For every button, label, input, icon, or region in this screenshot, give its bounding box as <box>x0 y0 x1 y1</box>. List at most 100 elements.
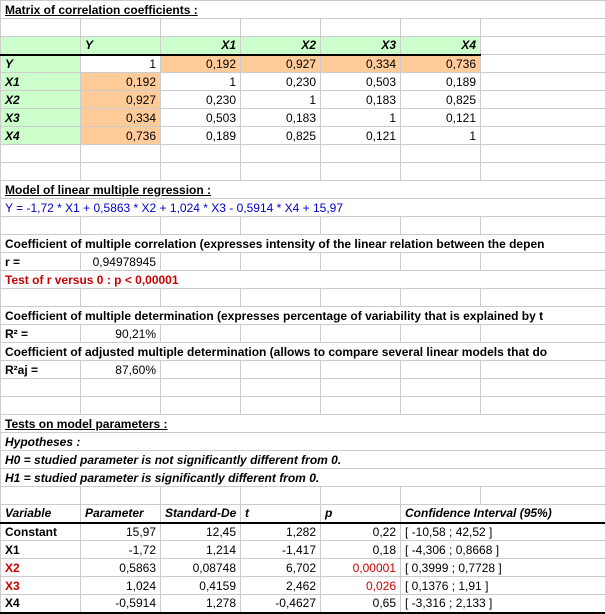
row-blank <box>1 379 605 397</box>
spreadsheet-grid[interactable]: Matrix of correlation coefficients : Y X… <box>0 0 605 614</box>
param-sd[interactable]: 0,4159 <box>161 577 241 595</box>
title-coef-r2: Coefficient of multiple determination (e… <box>1 307 605 325</box>
cell[interactable]: 0,736 <box>81 127 161 145</box>
title-tests: Tests on model parameters : <box>1 415 605 433</box>
param-t[interactable]: -0,4627 <box>241 595 321 613</box>
cell[interactable]: 0,189 <box>401 73 481 91</box>
ph-par: Parameter <box>81 505 161 523</box>
param-ci[interactable]: [ 0,1376 ; 1,91 ] <box>401 577 605 595</box>
param-ci[interactable]: [ 0,3999 ; 0,7728 ] <box>401 559 605 577</box>
corr-row-label: X4 <box>1 127 81 145</box>
param-row: Constant15,9712,451,2820,22[ -10,58 ; 42… <box>1 523 605 541</box>
cell[interactable]: 1 <box>81 55 161 73</box>
param-var: X3 <box>1 577 81 595</box>
param-var: X4 <box>1 595 81 613</box>
cell[interactable]: 0,230 <box>241 73 321 91</box>
cell[interactable]: 0,503 <box>321 73 401 91</box>
corr-row-x1: X1 0,192 1 0,230 0,503 0,189 <box>1 73 605 91</box>
param-sd[interactable]: 1,214 <box>161 541 241 559</box>
row-blank <box>1 19 605 37</box>
param-sd[interactable]: 0,08748 <box>161 559 241 577</box>
cell[interactable]: 0,927 <box>81 91 161 109</box>
param-p[interactable]: 0,22 <box>321 523 401 541</box>
corr-head-x3: X3 <box>321 37 401 55</box>
h0-text: H0 = studied parameter is not significan… <box>1 451 605 469</box>
equation-cell[interactable]: Y = -1,72 * X1 + 0,5863 * X2 + 1,024 * X… <box>1 199 605 217</box>
cell[interactable]: 0,736 <box>401 55 481 73</box>
corr-header-row: Y X1 X2 X3 X4 <box>1 37 605 55</box>
corr-head-x1: X1 <box>161 37 241 55</box>
param-par[interactable]: 1,024 <box>81 577 161 595</box>
row-blank <box>1 487 605 505</box>
cell[interactable]: 0,825 <box>241 127 321 145</box>
cell[interactable]: 1 <box>321 109 401 127</box>
cell[interactable]: 0,121 <box>321 127 401 145</box>
r2aj-value[interactable]: 87,60% <box>81 361 161 379</box>
param-ci[interactable]: [ -4,306 ; 0,8668 ] <box>401 541 605 559</box>
param-row: X1-1,721,214-1,4170,18[ -4,306 ; 0,8668 … <box>1 541 605 559</box>
param-p[interactable]: 0,18 <box>321 541 401 559</box>
param-t[interactable]: 1,282 <box>241 523 321 541</box>
param-par[interactable]: 15,97 <box>81 523 161 541</box>
corr-row-label: X1 <box>1 73 81 91</box>
param-par[interactable]: -0,5914 <box>81 595 161 613</box>
cell[interactable]: 1 <box>161 73 241 91</box>
title-model: Model of linear multiple regression : <box>1 181 605 199</box>
cell[interactable]: 0,192 <box>161 55 241 73</box>
cell[interactable]: 0,192 <box>81 73 161 91</box>
param-par[interactable]: -1,72 <box>81 541 161 559</box>
corr-row-label: Y <box>1 55 81 73</box>
cell[interactable]: 1 <box>241 91 321 109</box>
param-var: X2 <box>1 559 81 577</box>
h1-text: H1 = studied parameter is significantly … <box>1 469 605 487</box>
cell[interactable]: 0,121 <box>401 109 481 127</box>
r2-value[interactable]: 90,21% <box>81 325 161 343</box>
ph-p: p <box>321 505 401 523</box>
param-row: X20,58630,087486,7020,00001[ 0,3999 ; 0,… <box>1 559 605 577</box>
row-blank <box>1 145 605 163</box>
r-label: r = <box>1 253 81 271</box>
corr-row-y: Y 1 0,192 0,927 0,334 0,736 <box>1 55 605 73</box>
param-sd[interactable]: 12,45 <box>161 523 241 541</box>
param-par[interactable]: 0,5863 <box>81 559 161 577</box>
row-blank <box>1 289 605 307</box>
param-row: X31,0240,41592,4620,026[ 0,1376 ; 1,91 ] <box>1 577 605 595</box>
param-t[interactable]: 2,462 <box>241 577 321 595</box>
row-blank <box>1 163 605 181</box>
r2aj-label: R²aj = <box>1 361 81 379</box>
cell[interactable]: 0,183 <box>241 109 321 127</box>
corr-corner <box>1 37 81 55</box>
cell[interactable]: 0,825 <box>401 91 481 109</box>
cell[interactable]: 0,927 <box>241 55 321 73</box>
corr-row-x4: X4 0,736 0,189 0,825 0,121 1 <box>1 127 605 145</box>
corr-row-label: X2 <box>1 91 81 109</box>
cell[interactable]: 1 <box>401 127 481 145</box>
param-p[interactable]: 0,65 <box>321 595 401 613</box>
cell[interactable]: 0,189 <box>161 127 241 145</box>
corr-row-x2: X2 0,927 0,230 1 0,183 0,825 <box>1 91 605 109</box>
corr-head-y: Y <box>81 37 161 55</box>
title-coef-r2aj: Coefficient of adjusted multiple determi… <box>1 343 605 361</box>
param-p[interactable]: 0,026 <box>321 577 401 595</box>
cell[interactable]: 0,334 <box>81 109 161 127</box>
ph-t: t <box>241 505 321 523</box>
param-t[interactable]: 6,702 <box>241 559 321 577</box>
param-ci[interactable]: [ -10,58 ; 42,52 ] <box>401 523 605 541</box>
r2-label: R² = <box>1 325 81 343</box>
param-sd[interactable]: 1,278 <box>161 595 241 613</box>
param-t[interactable]: -1,417 <box>241 541 321 559</box>
cell[interactable]: 0,503 <box>161 109 241 127</box>
cell[interactable]: 0,230 <box>161 91 241 109</box>
row-blank <box>1 397 605 415</box>
param-var: X1 <box>1 541 81 559</box>
param-ci[interactable]: [ -3,316 ; 2,133 ] <box>401 595 605 613</box>
param-var: Constant <box>1 523 81 541</box>
cell[interactable]: 0,334 <box>321 55 401 73</box>
hypotheses-label: Hypotheses : <box>1 433 605 451</box>
param-row: X4-0,59141,278-0,46270,65[ -3,316 ; 2,13… <box>1 595 605 613</box>
params-header-row: Variable Parameter Standard-De t p Confi… <box>1 505 605 523</box>
param-p[interactable]: 0,00001 <box>321 559 401 577</box>
ph-var: Variable <box>1 505 81 523</box>
cell[interactable]: 0,183 <box>321 91 401 109</box>
r-value[interactable]: 0,94978945 <box>81 253 161 271</box>
